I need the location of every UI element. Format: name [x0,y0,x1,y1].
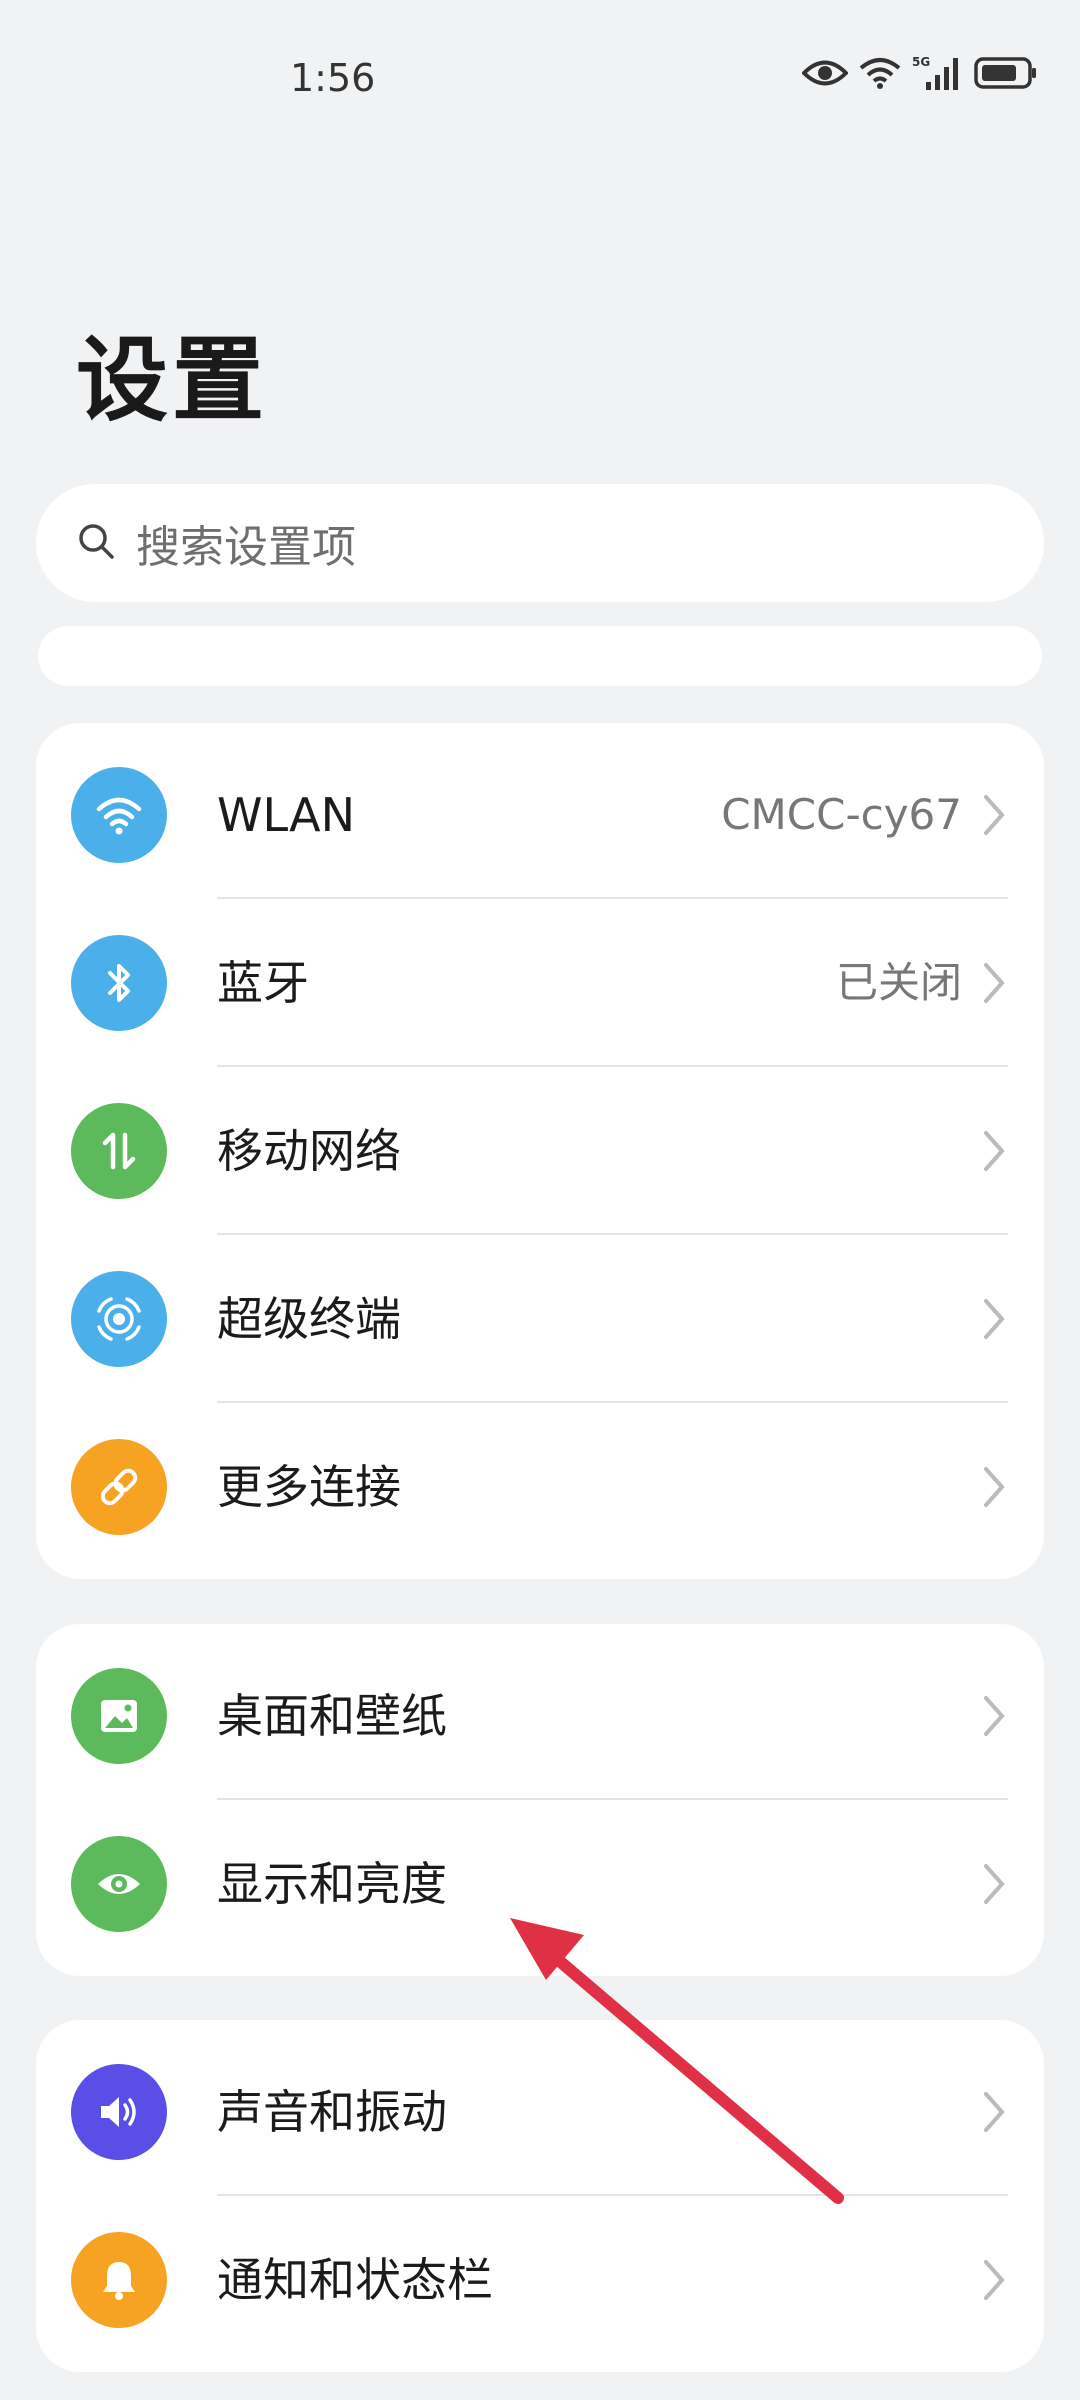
settings-item-wallpaper[interactable]: 桌面和壁纸 [36,1632,1044,1800]
chevron-right-icon [982,1694,1006,1742]
settings-item-super-device[interactable]: 超级终端 [36,1235,1044,1403]
settings-item-wlan[interactable]: WLAN CMCC-cy67 [36,731,1044,899]
wallpaper-icon [71,1668,167,1764]
settings-item-bluetooth[interactable]: 蓝牙 已关闭 [36,899,1044,1067]
settings-item-label: 蓝牙 [217,956,309,1010]
settings-item-label: 更多连接 [217,1460,401,1514]
search-icon [36,521,136,565]
page-title: 设置 [76,327,269,434]
settings-card-sound: 声音和振动 通知和状态栏 [36,2020,1044,2372]
settings-item-display-brightness[interactable]: 显示和亮度 [36,1800,1044,1968]
battery-icon [974,56,1038,90]
settings-item-label: 显示和亮度 [217,1857,447,1911]
chevron-right-icon [982,2090,1006,2138]
wifi-icon [71,767,167,863]
settings-item-value: CMCC-cy67 [721,790,962,839]
status-icons: 5G [802,54,1038,92]
status-time: 1:56 [290,56,376,100]
chevron-right-icon [982,1862,1006,1910]
chevron-right-icon [982,1297,1006,1345]
settings-item-label: 移动网络 [217,1124,401,1178]
wifi-icon [858,56,902,90]
search-input[interactable]: 搜索设置项 [36,484,1044,602]
bell-icon [71,2232,167,2328]
settings-item-label: 超级终端 [217,1292,401,1346]
settings-item-notifications[interactable]: 通知和状态栏 [36,2196,1044,2364]
settings-item-label: WLAN [217,788,356,842]
bluetooth-icon [71,935,167,1031]
network-type-label: 5G [912,55,930,69]
settings-item-mobile-network[interactable]: 移动网络 [36,1067,1044,1235]
super-device-icon [71,1271,167,1367]
chevron-right-icon [982,793,1006,841]
mobile-data-icon [71,1103,167,1199]
collapsed-card[interactable] [38,626,1042,686]
settings-item-label: 桌面和壁纸 [217,1689,447,1743]
link-icon [71,1439,167,1535]
signal-icon: 5G [912,54,964,92]
chevron-right-icon [982,961,1006,1009]
display-eye-icon [71,1836,167,1932]
chevron-right-icon [982,1129,1006,1177]
eye-icon [802,58,848,88]
settings-item-label: 声音和振动 [217,2085,447,2139]
search-placeholder: 搜索设置项 [136,522,356,573]
sound-icon [71,2064,167,2160]
settings-card-display: 桌面和壁纸 显示和亮度 [36,1624,1044,1976]
chevron-right-icon [982,2258,1006,2306]
settings-item-sound-vibration[interactable]: 声音和振动 [36,2028,1044,2196]
chevron-right-icon [982,1465,1006,1513]
settings-item-more-connections[interactable]: 更多连接 [36,1403,1044,1571]
settings-item-value: 已关闭 [835,958,962,1007]
settings-item-label: 通知和状态栏 [217,2253,493,2307]
status-bar: 1:56 5G [0,0,1080,160]
settings-card-connections: WLAN CMCC-cy67 蓝牙 已关闭 移动网络 超级终端 更多连接 [36,723,1044,1579]
